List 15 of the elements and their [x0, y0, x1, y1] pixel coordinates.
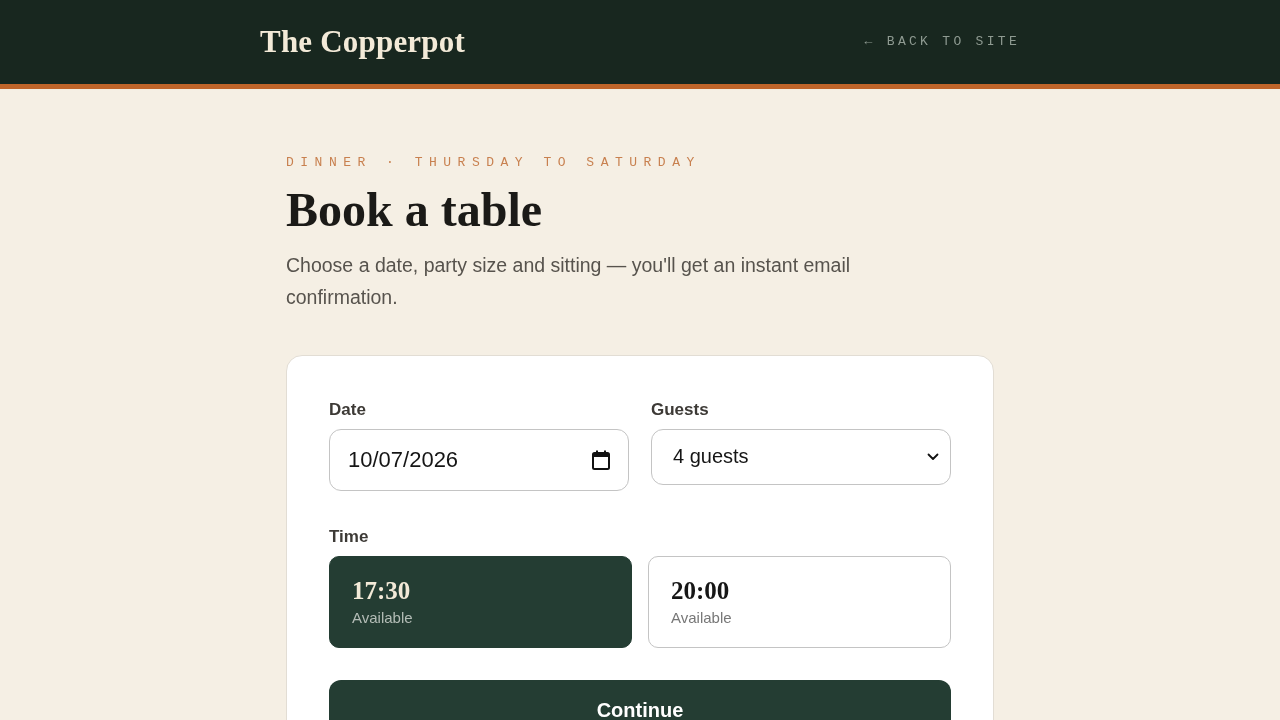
logo: The Copperpot: [260, 24, 465, 60]
intro-text: Choose a date, party size and sitting — you'll get an instant email confirmation.: [286, 252, 852, 310]
time-slot[interactable]: 17:30 Available: [329, 555, 632, 648]
time-label: Time: [329, 526, 370, 547]
time-slot[interactable]: 20:00 Available: [648, 555, 951, 648]
chevron-down-icon: [927, 452, 939, 461]
back-to-site-link[interactable]: ← BACK TO SITE: [864, 33, 1020, 49]
guests-select[interactable]: 4 guests: [651, 428, 951, 485]
guests-label: Guests: [651, 399, 710, 420]
date-field[interactable]: 10/07/2026: [329, 428, 629, 491]
calendar-icon[interactable]: [592, 449, 610, 470]
continue-button[interactable]: Continue: [329, 679, 951, 720]
eyebrow-text: DINNER · THURSDAY TO SATURDAY: [286, 155, 702, 170]
page-title: Book a table: [286, 184, 544, 237]
date-label: Date: [329, 399, 367, 420]
